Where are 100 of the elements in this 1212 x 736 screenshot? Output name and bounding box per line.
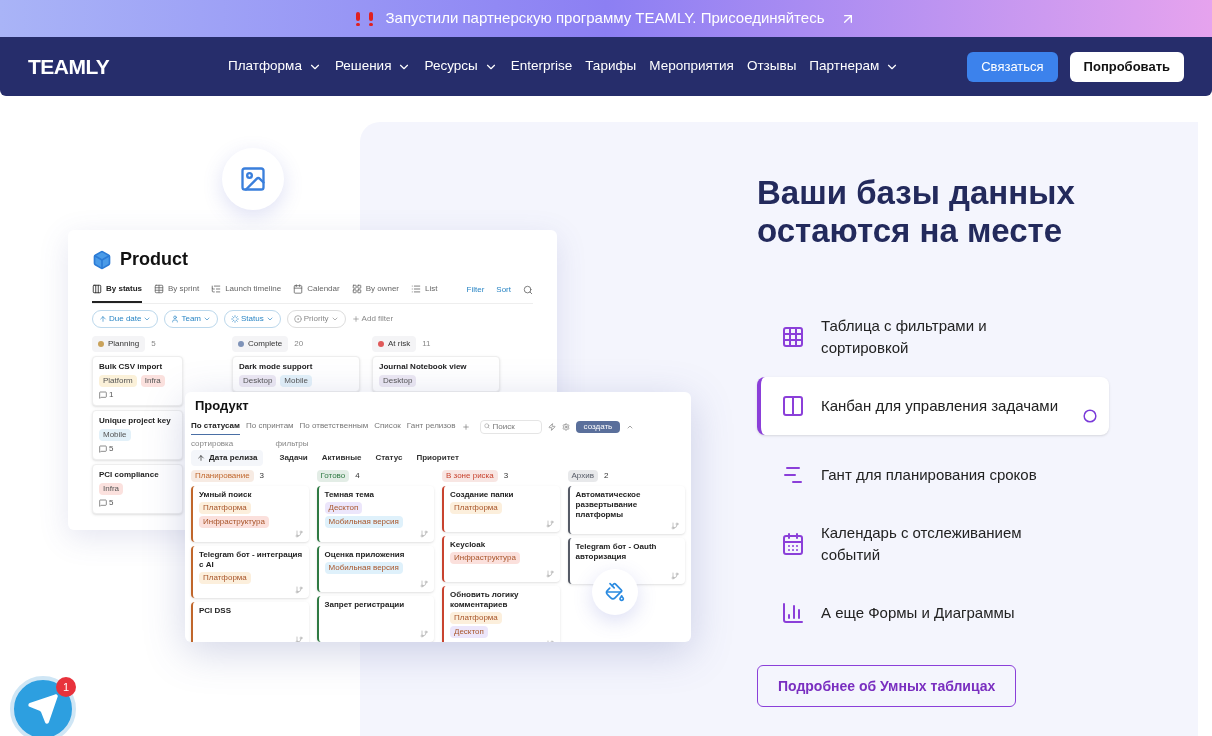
nav-link[interactable]: Тарифы	[585, 56, 637, 77]
card-title: Keycloak	[450, 539, 487, 550]
subtask-icon	[671, 521, 679, 530]
view-tab[interactable]: Launch timeline	[211, 283, 282, 303]
learn-more-button[interactable]: Подробнее об Умных таблицах	[757, 665, 1017, 707]
filter-chip[interactable]: Активные	[317, 449, 366, 466]
column-label: В зоне риска	[442, 469, 498, 482]
task-card[interactable]: Telegram бот - интеграция с AI Платформа	[191, 545, 309, 598]
view-tab[interactable]: По спринтам	[245, 420, 294, 435]
section-heading: Ваши базы данных остаются на месте	[757, 174, 1076, 250]
grid-icon	[781, 325, 805, 349]
arrow-up-icon	[197, 453, 205, 462]
image-icon	[239, 165, 267, 193]
task-card[interactable]: PCI compliance Infra 5	[92, 464, 183, 514]
timeline-icon	[211, 284, 222, 294]
card-title: PCI DSS	[199, 605, 232, 616]
task-card[interactable]: Создание папки Платформа	[442, 485, 560, 532]
card-title: Создание папки	[450, 489, 515, 500]
plus-icon[interactable]	[461, 422, 470, 431]
nav-link[interactable]: Отзывы	[746, 56, 797, 77]
nav-link[interactable]: Мероприятия	[649, 56, 734, 77]
task-card[interactable]: Keycloak Инфраструктура	[442, 535, 560, 582]
column-count: 5	[151, 338, 156, 350]
lightning-icon[interactable]	[547, 422, 556, 431]
view-tab[interactable]: По статусам	[191, 420, 240, 435]
tag: Desktop	[379, 375, 417, 387]
task-card[interactable]: Умный поиск Платформа Инфраструктура	[191, 485, 309, 542]
create-button[interactable]: создать	[575, 420, 621, 433]
subtask-icon	[294, 529, 303, 538]
tag: Десктоп	[450, 625, 488, 638]
sort-link[interactable]: Sort	[496, 284, 511, 302]
tag: Desktop	[239, 375, 277, 387]
nav-link[interactable]: Партнерам	[809, 56, 900, 77]
card-title: PCI compliance	[99, 469, 160, 481]
nav-link[interactable]: Ресурсы	[424, 56, 498, 77]
subtask-icon	[294, 635, 303, 642]
column-count: 3	[503, 469, 509, 482]
contact-button[interactable]: Связаться	[967, 51, 1058, 82]
filter-chip[interactable]: Задачи	[275, 449, 312, 466]
notification-badge: 1	[56, 677, 76, 697]
task-card[interactable]: Journal Notebook view Desktop	[372, 356, 500, 392]
view-tab[interactable]: By owner	[351, 283, 399, 303]
search-field[interactable]: Поиск	[479, 419, 542, 434]
column-count: 3	[259, 469, 265, 482]
add-filter-button[interactable]: Add filter	[351, 313, 394, 325]
person-icon	[171, 315, 180, 323]
subtask-icon	[294, 585, 303, 594]
comment-icon	[99, 445, 107, 453]
feature-item[interactable]: Таблица с фильтрами и сортировкой	[757, 308, 1109, 366]
subtask-icon	[420, 579, 428, 588]
card-title: Запрет регистрации	[324, 599, 406, 610]
circle-dot-icon	[293, 315, 302, 323]
comment-count: 1	[109, 389, 114, 401]
search-icon[interactable]	[523, 285, 533, 295]
settings-icon[interactable]	[561, 422, 570, 431]
filter-chip[interactable]: Статус	[371, 449, 407, 466]
exclamation-icon	[355, 11, 361, 26]
task-card[interactable]: Автоматическое развертывание платформы	[567, 485, 685, 534]
feature-item[interactable]: Календарь с отслеживанием событий	[757, 515, 1109, 573]
card-title: Unique project key	[99, 415, 172, 427]
tag: Десктоп	[324, 501, 363, 514]
feature-item[interactable]: Гант для планирования сроков	[757, 446, 1109, 504]
try-button[interactable]: Попробовать	[1069, 51, 1184, 82]
view-tab[interactable]: Calendar	[293, 283, 340, 303]
paper-plane-icon	[27, 693, 59, 725]
plus-icon	[351, 315, 360, 323]
task-card[interactable]: Dark mode support Desktop Mobile	[232, 356, 360, 392]
task-card[interactable]: PCI DSS	[191, 601, 309, 642]
task-card[interactable]: Обновить логику комментариев Платформа Десктоп	[442, 585, 560, 642]
nav-link[interactable]: Платформа	[228, 56, 322, 77]
column-label: Планирование	[191, 469, 254, 482]
task-card[interactable]: Запрет регистрации	[316, 595, 434, 642]
view-tab[interactable]: By status	[92, 283, 142, 303]
task-card[interactable]: Unique project key Mobile 5	[92, 410, 183, 460]
card-title: Bulk CSV import	[99, 361, 164, 373]
task-card[interactable]: Темная тема Десктоп Мобильная версия	[316, 485, 434, 542]
filter-link[interactable]: Filter	[466, 284, 485, 302]
task-card[interactable]: Bulk CSV import Platform Infra 1	[92, 356, 183, 406]
nav-link[interactable]: Решения	[334, 56, 412, 77]
view-tab[interactable]: По ответственным	[299, 420, 369, 435]
cube-icon	[92, 249, 112, 270]
bar-chart-icon	[781, 601, 805, 625]
view-tab[interactable]: Список	[374, 420, 401, 435]
task-card[interactable]: Оценка приложения Мобильная версия	[316, 545, 434, 592]
feature-item[interactable]: Канбан для управления задачами	[757, 377, 1109, 435]
paint-bucket-icon	[605, 582, 625, 602]
view-tab[interactable]: Гант релизов	[406, 420, 456, 435]
subtask-icon	[420, 629, 428, 638]
card-title: Обновить логику комментариев	[450, 589, 520, 610]
tag: Мобильная версия	[324, 515, 403, 528]
telegram-button[interactable]	[10, 676, 76, 736]
task-card[interactable]: Telegram бот - Oauth авторизация	[567, 537, 685, 584]
logo[interactable]: TEAMLY	[28, 50, 228, 83]
feature-item[interactable]: А еще Формы и Диаграммы	[757, 584, 1109, 642]
view-tab[interactable]: List	[411, 283, 438, 303]
sort-chip[interactable]: Дата релиза	[191, 449, 264, 466]
nav-link[interactable]: Enterprise	[510, 56, 573, 77]
filter-chip[interactable]: Приоритет	[412, 449, 463, 466]
view-tab[interactable]: By sprint	[154, 283, 200, 303]
card-title: Умный поиск	[199, 489, 253, 500]
